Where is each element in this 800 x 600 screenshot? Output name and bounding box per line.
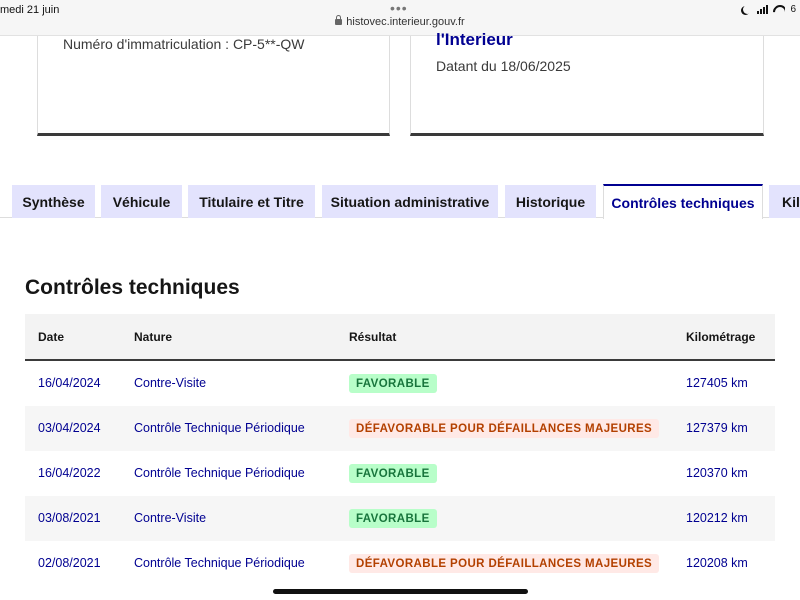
status-badge: FAVORABLE (349, 464, 437, 483)
header-date: Date (38, 330, 65, 344)
controls-table: Date Nature Résultat Kilométrage 16/04/2… (25, 314, 775, 586)
source-title: l'Interieur (436, 30, 513, 49)
home-indicator[interactable] (273, 589, 528, 594)
tab-controles-techniques[interactable]: Contrôles techniques (603, 184, 763, 219)
vehicle-card: Numéro d'immatriculation : CP-5**-QW (37, 36, 390, 136)
cell-date: 03/04/2024 (38, 421, 101, 435)
header-resultat: Résultat (349, 330, 397, 344)
table-row: 16/04/2024 Contre-Visite FAVORABLE 12740… (25, 361, 775, 406)
status-time: medi 21 juin (0, 4, 60, 16)
wifi-icon (773, 5, 785, 14)
cell-nature: Contrôle Technique Périodique (134, 466, 305, 480)
tab-titulaire[interactable]: Titulaire et Titre (188, 185, 315, 218)
address-bar[interactable]: histovec.interieur.gouv.fr (0, 15, 800, 28)
tab-vehicule[interactable]: Véhicule (101, 185, 182, 218)
cell-km: 120212 km (686, 511, 748, 525)
battery-level: 6 (790, 4, 796, 15)
cell-date: 16/04/2024 (38, 376, 101, 390)
cell-km: 120370 km (686, 466, 748, 480)
status-badge: DÉFAVORABLE POUR DÉFAILLANCES MAJEURES (349, 419, 660, 438)
header-nature: Nature (134, 330, 173, 344)
source-card: l'Interieur Datant du 18/06/2025 (410, 30, 764, 136)
tab-synthese[interactable]: Synthèse (12, 185, 95, 218)
tab-historique[interactable]: Historique (505, 185, 596, 218)
url-text: histovec.interieur.gouv.fr (346, 16, 465, 28)
cell-nature: Contre-Visite (134, 511, 207, 525)
cell-date: 03/08/2021 (38, 511, 101, 525)
lock-icon (335, 15, 343, 25)
signal-icon (757, 5, 769, 14)
cell-date: 16/04/2022 (38, 466, 101, 480)
status-badge: FAVORABLE (349, 374, 437, 393)
header-kilometrage: Kilométrage (686, 330, 756, 344)
status-bar: medi 21 juin ••• histovec.interieur.gouv… (0, 0, 800, 36)
table-row: 16/04/2022 Contrôle Technique Périodique… (25, 451, 775, 496)
status-badge: FAVORABLE (349, 509, 437, 528)
more-options-icon[interactable]: ••• (390, 0, 408, 16)
table-row: 03/08/2021 Contre-Visite FAVORABLE 12021… (25, 496, 775, 541)
table-row: 03/04/2024 Contrôle Technique Périodique… (25, 406, 775, 451)
cell-km: 127379 km (686, 421, 748, 435)
cell-date: 02/08/2021 (38, 556, 101, 570)
cell-nature: Contre-Visite (134, 376, 207, 390)
focus-moon-icon (743, 5, 752, 14)
immatriculation-text: Numéro d'immatriculation : CP-5**-QW (63, 36, 305, 52)
table-row: 02/08/2021 Contrôle Technique Périodique… (25, 541, 775, 586)
cell-km: 127405 km (686, 376, 748, 390)
tab-kilometrage[interactable]: Kil (769, 185, 800, 218)
page-title: Contrôles techniques (25, 276, 240, 299)
cell-nature: Contrôle Technique Périodique (134, 421, 305, 435)
status-icons: 6 (743, 4, 796, 15)
tab-situation-administrative[interactable]: Situation administrative (322, 185, 498, 218)
tab-bar: Synthèse Véhicule Titulaire et Titre Sit… (0, 184, 800, 219)
status-badge: DÉFAVORABLE POUR DÉFAILLANCES MAJEURES (349, 554, 660, 573)
cell-km: 120208 km (686, 556, 748, 570)
date-line: Datant du 18/06/2025 (436, 58, 571, 74)
table-header: Date Nature Résultat Kilométrage (25, 314, 775, 361)
cell-nature: Contrôle Technique Périodique (134, 556, 305, 570)
